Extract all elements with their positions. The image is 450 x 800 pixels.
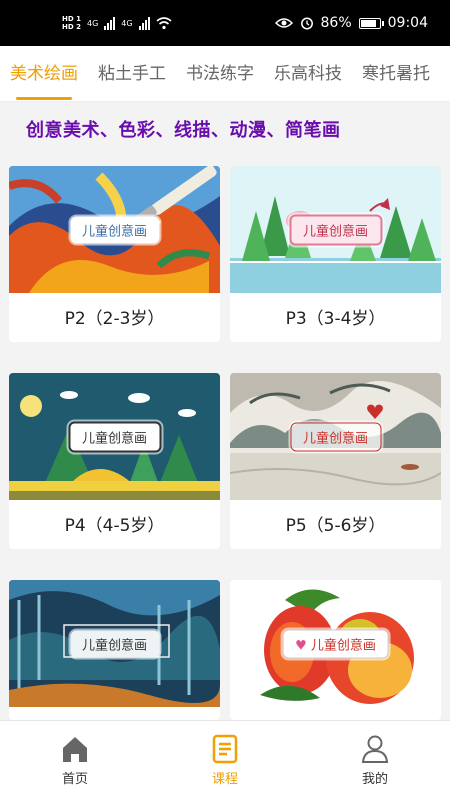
course-book-icon bbox=[212, 734, 238, 764]
network2-label: 4G bbox=[121, 18, 133, 28]
battery-percent: 86% bbox=[320, 15, 352, 31]
nav-label: 我的 bbox=[361, 772, 388, 787]
course-badge: 儿童创意画 bbox=[289, 422, 382, 451]
status-right: 86% 09:04 bbox=[274, 15, 428, 31]
status-bar: HD 1 HD 2 4G 4G 86% 09:04 bbox=[0, 0, 450, 46]
tab-label: 寒托暑托 bbox=[362, 63, 430, 84]
tab-label: 粘土手工 bbox=[98, 63, 166, 84]
category-tabs: 美术绘画 粘土手工 书法练字 乐高科技 寒托暑托 bbox=[0, 46, 450, 102]
course-title: P2（2-3岁） bbox=[64, 309, 165, 329]
home-icon bbox=[63, 737, 87, 762]
tab-lego-tech[interactable]: 乐高科技 bbox=[264, 46, 352, 101]
nav-home[interactable]: 首页 bbox=[0, 721, 150, 800]
tab-label: 乐高科技 bbox=[274, 63, 342, 84]
nav-label: 首页 bbox=[61, 772, 88, 787]
hd2-label: HD 2 bbox=[62, 23, 81, 31]
course-card-p2[interactable]: 儿童创意画 P2（2-3岁） bbox=[9, 166, 220, 342]
hd-indicator: HD 1 HD 2 bbox=[62, 15, 81, 31]
nav-label: 课程 bbox=[211, 772, 238, 787]
course-title: P4（4-5岁） bbox=[64, 516, 165, 536]
category-subtitle: 创意美术、色彩、线描、动漫、简笔画 bbox=[26, 120, 341, 141]
tab-label: 美术绘画 bbox=[10, 63, 78, 84]
course-thumbnail: 儿童创意画 bbox=[230, 373, 441, 500]
status-left: HD 1 HD 2 4G 4G bbox=[62, 15, 172, 31]
course-badge: 儿童创意画 bbox=[67, 421, 162, 452]
course-card-6[interactable]: ♥ 儿童创意画 bbox=[230, 580, 441, 720]
tab-label: 书法练字 bbox=[186, 63, 254, 84]
course-thumbnail: 儿童创意画 bbox=[9, 373, 220, 500]
tab-clay-craft[interactable]: 粘土手工 bbox=[88, 46, 176, 101]
tab-holiday-care[interactable]: 寒托暑托 bbox=[352, 46, 440, 101]
course-badge: 儿童创意画 bbox=[69, 630, 160, 657]
battery-icon bbox=[358, 17, 384, 29]
tab-art-painting[interactable]: 美术绘画 bbox=[0, 46, 88, 101]
tab-calligraphy[interactable]: 书法练字 bbox=[176, 46, 264, 101]
course-thumbnail: 儿童创意画 bbox=[9, 580, 220, 707]
nav-courses[interactable]: 课程 bbox=[150, 721, 300, 800]
course-badge: 儿童创意画 bbox=[288, 214, 383, 245]
course-thumbnail: 儿童创意画 bbox=[9, 166, 220, 293]
network1-label: 4G bbox=[86, 18, 99, 28]
bottom-nav: 首页 课程 我的 bbox=[0, 720, 450, 800]
alarm-icon bbox=[300, 17, 313, 30]
course-title: P3（3-4岁） bbox=[285, 309, 386, 329]
course-badge: 儿童创意画 bbox=[69, 216, 160, 243]
course-thumbnail: 儿童创意画 bbox=[230, 166, 441, 293]
course-card-p3[interactable]: 儿童创意画 P3（3-4岁） bbox=[230, 166, 441, 342]
course-card-p5[interactable]: 儿童创意画 P5（5-6岁） bbox=[230, 373, 441, 549]
nav-mine[interactable]: 我的 bbox=[300, 721, 450, 800]
wifi-icon bbox=[156, 16, 172, 29]
clock: 09:04 bbox=[387, 15, 428, 31]
course-card-5[interactable]: 儿童创意画 bbox=[9, 580, 220, 720]
course-thumbnail: ♥ 儿童创意画 bbox=[230, 580, 441, 707]
signal-icon bbox=[104, 16, 116, 30]
course-badge-text: 儿童创意画 bbox=[310, 638, 376, 653]
heart-icon: ♥ bbox=[295, 638, 311, 653]
signal-icon-2 bbox=[138, 16, 150, 30]
course-badge: ♥ 儿童创意画 bbox=[282, 629, 389, 658]
eye-icon bbox=[274, 18, 293, 28]
course-card-p4[interactable]: 儿童创意画 P4（4-5岁） bbox=[9, 373, 220, 549]
hd1-label: HD 1 bbox=[62, 15, 81, 23]
course-title: P5（5-6岁） bbox=[285, 516, 386, 536]
user-icon bbox=[361, 735, 389, 763]
